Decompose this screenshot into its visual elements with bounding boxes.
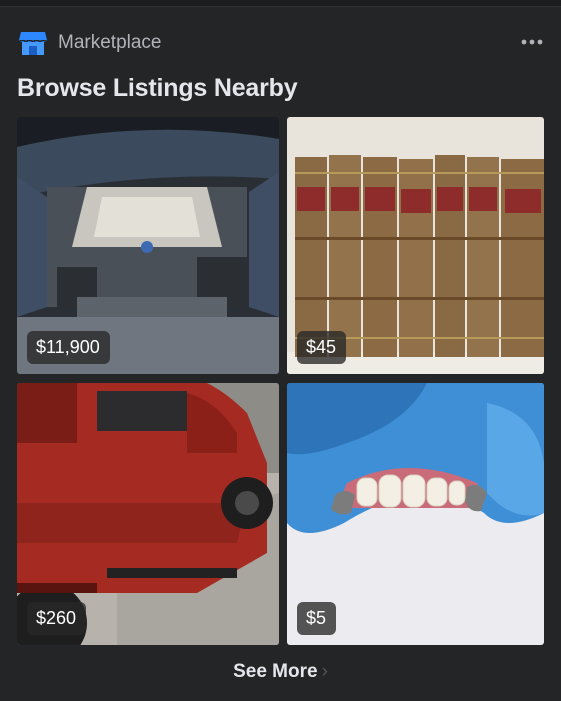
more-dots-icon <box>521 39 543 45</box>
listing-price: $5 <box>297 602 337 635</box>
marketplace-card: Marketplace Browse Listings Nearby $11,9… <box>0 6 561 701</box>
listing-price: $260 <box>27 602 87 635</box>
listing-tile[interactable]: $11,900 <box>17 117 279 374</box>
see-more-button[interactable]: See More › <box>0 661 561 683</box>
marketplace-storefront-icon <box>18 28 48 58</box>
section-label: Marketplace <box>58 32 162 53</box>
listing-tile[interactable]: $5 <box>287 383 544 645</box>
see-more-label: See More <box>233 661 318 682</box>
listing-tile[interactable]: $260 <box>17 383 279 645</box>
card-header: Marketplace <box>18 27 547 59</box>
listing-tile[interactable]: $45 <box>287 117 544 374</box>
more-options-button[interactable] <box>517 31 547 53</box>
listing-price: $45 <box>297 331 347 364</box>
card-title: Browse Listings Nearby <box>17 74 298 102</box>
chevron-right-icon: › <box>321 661 328 682</box>
listing-price: $11,900 <box>27 331 110 364</box>
